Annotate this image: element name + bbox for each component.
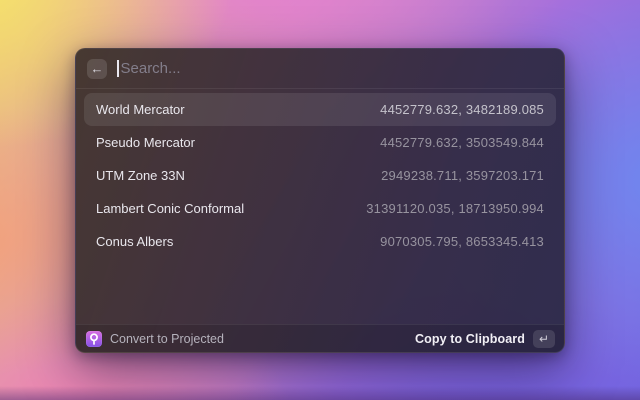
enter-key-icon: ↵ — [533, 330, 555, 348]
copy-to-clipboard-button[interactable]: Copy to Clipboard ↵ — [415, 330, 555, 348]
copy-to-clipboard-label: Copy to Clipboard — [415, 332, 525, 346]
footer-command: Convert to Projected — [86, 331, 224, 347]
footer-bar: Convert to Projected Copy to Clipboard ↵ — [76, 324, 564, 352]
result-label: Conus Albers — [96, 234, 173, 249]
result-row[interactable]: Conus Albers 9070305.795, 8653345.413 — [84, 225, 556, 258]
result-label: World Mercator — [96, 102, 185, 117]
text-caret — [117, 60, 119, 77]
back-arrow-icon: ← — [91, 59, 104, 79]
result-row[interactable]: UTM Zone 33N 2949238.711, 3597203.171 — [84, 159, 556, 192]
result-row[interactable]: World Mercator 4452779.632, 3482189.085 — [84, 93, 556, 126]
search-input[interactable]: Search... — [121, 60, 181, 77]
results-list: World Mercator 4452779.632, 3482189.085 … — [76, 89, 564, 324]
result-row[interactable]: Pseudo Mercator 4452779.632, 3503549.844 — [84, 126, 556, 159]
result-row[interactable]: Lambert Conic Conformal 31391120.035, 18… — [84, 192, 556, 225]
command-palette-window: ← Search... World Mercator 4452779.632, … — [75, 48, 565, 353]
result-value: 2949238.711, 3597203.171 — [381, 168, 544, 183]
result-value: 4452779.632, 3482189.085 — [380, 102, 544, 117]
result-label: Lambert Conic Conformal — [96, 201, 244, 216]
footer-command-label: Convert to Projected — [110, 332, 224, 346]
result-value: 31391120.035, 18713950.994 — [366, 201, 544, 216]
result-label: Pseudo Mercator — [96, 135, 195, 150]
desktop-background: { "window": { "search": { "back_icon": "… — [0, 0, 640, 400]
back-button[interactable]: ← — [87, 59, 107, 79]
map-pin-icon — [86, 331, 102, 347]
result-value: 4452779.632, 3503549.844 — [380, 135, 544, 150]
search-bar[interactable]: ← Search... — [76, 49, 564, 89]
result-value: 9070305.795, 8653345.413 — [380, 234, 544, 249]
result-label: UTM Zone 33N — [96, 168, 185, 183]
